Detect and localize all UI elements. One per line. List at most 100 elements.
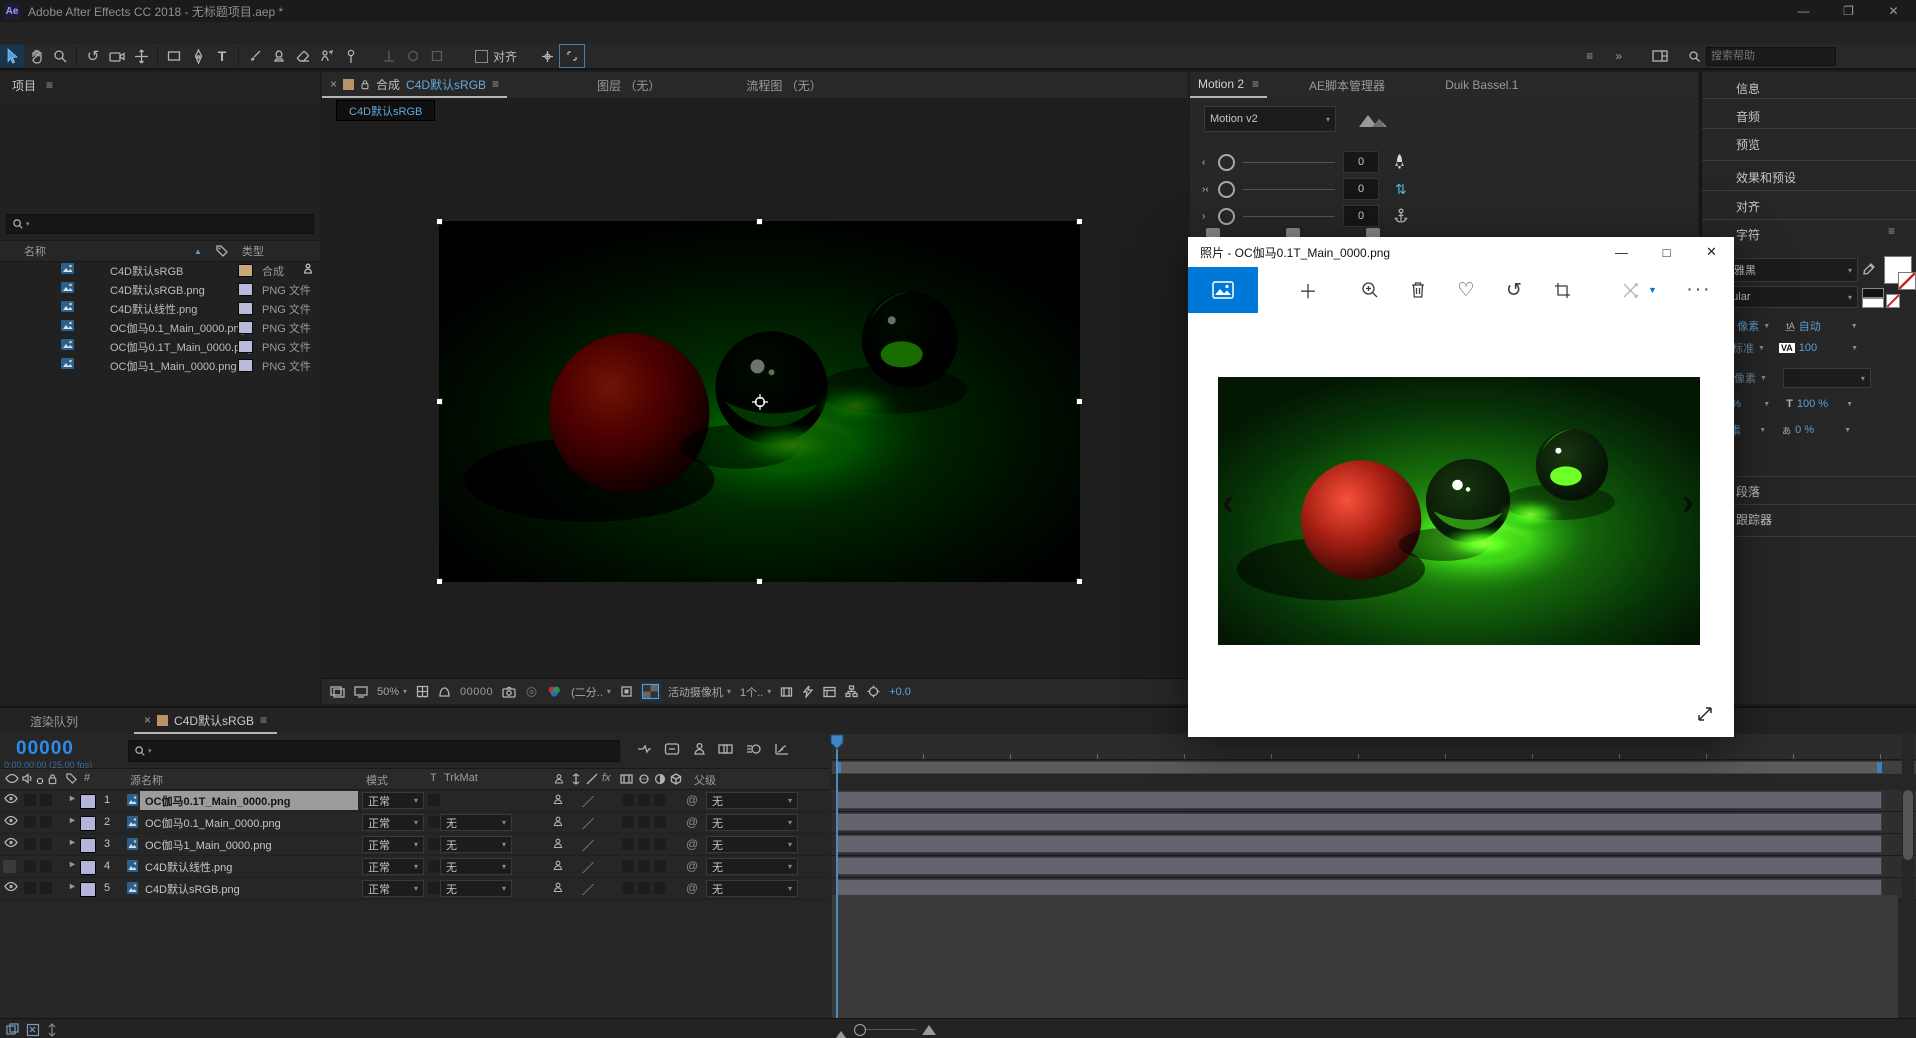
restore-button[interactable]: ❐ bbox=[1826, 0, 1871, 22]
panel-menu-icon[interactable]: ≡ bbox=[492, 77, 499, 91]
work-area-track[interactable] bbox=[832, 761, 1916, 774]
eye-off-box[interactable] bbox=[3, 860, 16, 873]
fill-over-stroke-icon[interactable] bbox=[1862, 288, 1884, 298]
mask-snap-icon[interactable] bbox=[559, 44, 585, 68]
pickwhip-icon[interactable]: @ bbox=[686, 859, 698, 873]
layer-name[interactable]: OC伽马1_Main_0000.png bbox=[140, 835, 358, 854]
preserve-transparency-column[interactable]: T bbox=[430, 772, 437, 784]
tracking-caret[interactable]: ▼ bbox=[1851, 345, 1858, 352]
layer-label-chip[interactable] bbox=[80, 860, 96, 875]
quality-toggle[interactable]: ／ bbox=[582, 859, 594, 876]
draft3d-icon[interactable] bbox=[664, 742, 680, 756]
sort-asc-icon[interactable]: ▲ bbox=[194, 247, 202, 256]
audio-cell[interactable] bbox=[24, 838, 36, 850]
blur-cell[interactable] bbox=[654, 860, 666, 872]
preserve-transparency-cell[interactable] bbox=[428, 816, 440, 828]
project-item-row[interactable]: OC伽马0.1T_Main_0000.png PNG 文件 bbox=[0, 336, 320, 355]
quality-toggle[interactable]: ／ bbox=[582, 793, 594, 810]
mode-column[interactable]: 模式 bbox=[366, 772, 388, 788]
composition-tab-active[interactable]: × 合成 C4D默认sRGB ≡ bbox=[322, 72, 507, 98]
tsume-caret[interactable]: ▼ bbox=[1844, 427, 1851, 434]
column-type[interactable]: 类型 bbox=[242, 243, 264, 259]
timeline-vscrollbar-thumb[interactable] bbox=[1903, 790, 1913, 860]
puppet-pin-tool-icon[interactable] bbox=[339, 45, 363, 67]
label-chip[interactable] bbox=[238, 359, 253, 372]
trkmat-dropdown[interactable]: 无▾ bbox=[440, 814, 512, 831]
brush-tool-icon[interactable] bbox=[243, 45, 267, 67]
zoom-out-mountain-icon[interactable] bbox=[836, 1027, 846, 1038]
time-ruler[interactable] bbox=[832, 734, 1916, 760]
parent-column[interactable]: 父级 bbox=[694, 772, 716, 788]
slider3-value[interactable]: 0 bbox=[1343, 205, 1379, 227]
viewer-tab[interactable]: C4D默认sRGB bbox=[336, 100, 435, 121]
work-area-bar[interactable] bbox=[836, 762, 1882, 773]
tab-close-icon[interactable]: × bbox=[144, 713, 151, 727]
tab-close-icon[interactable]: × bbox=[330, 77, 337, 91]
project-item-row[interactable]: C4D默认sRGB 合成 bbox=[0, 260, 320, 279]
selection-handle[interactable] bbox=[436, 578, 443, 585]
audio-panel-tab[interactable]: 音频 bbox=[1736, 108, 1760, 125]
blend-mode-dropdown[interactable]: 正常▾ bbox=[362, 836, 424, 853]
label-chip[interactable] bbox=[238, 283, 253, 296]
flowchart-panel-tab[interactable]: 流程图 （无） bbox=[746, 77, 821, 94]
roto-brush-tool-icon[interactable] bbox=[315, 45, 339, 67]
photos-zoom-icon[interactable] bbox=[1346, 281, 1394, 299]
selection-handle[interactable] bbox=[756, 218, 763, 225]
selection-handle[interactable] bbox=[1076, 398, 1083, 405]
slider2-value[interactable]: 0 bbox=[1343, 178, 1379, 200]
zoom-tool-icon[interactable] bbox=[48, 45, 72, 67]
column-name[interactable]: 名称 bbox=[24, 243, 46, 259]
character-panel-tab[interactable]: 字符 bbox=[1736, 226, 1760, 243]
layer-name[interactable]: C4D默认线性.png bbox=[140, 857, 358, 876]
slider3-knob[interactable] bbox=[1218, 208, 1235, 225]
layer-name[interactable]: C4D默认sRGB.png bbox=[140, 879, 358, 898]
show-channel-icon[interactable] bbox=[547, 685, 562, 698]
blur-cell[interactable] bbox=[654, 882, 666, 894]
blur-cell[interactable] bbox=[654, 816, 666, 828]
eye-icon[interactable] bbox=[4, 815, 18, 826]
expand-arrow[interactable]: ► bbox=[68, 815, 77, 825]
align-panel-tab[interactable]: 对齐 bbox=[1736, 198, 1760, 215]
blend-cell[interactable] bbox=[638, 838, 650, 850]
photos-minimize-button[interactable]: — bbox=[1599, 237, 1644, 267]
previous-photo-arrow[interactable]: ‹ bbox=[1222, 487, 1234, 517]
main-monitor-icon[interactable] bbox=[354, 686, 368, 698]
info-panel-tab[interactable]: 信息 bbox=[1736, 80, 1760, 97]
rocket-icon[interactable] bbox=[1393, 153, 1406, 171]
selection-handle[interactable] bbox=[1076, 578, 1083, 585]
effects-presets-panel-tab[interactable]: 效果和预设 bbox=[1736, 169, 1796, 186]
layer-duration-bar[interactable] bbox=[837, 857, 1882, 875]
kerning-value[interactable]: 自动 bbox=[1799, 318, 1821, 334]
fx-cell[interactable] bbox=[622, 838, 634, 850]
expand-transfer-controls-icon[interactable] bbox=[26, 1023, 40, 1037]
preview-panel-tab[interactable]: 预览 bbox=[1736, 136, 1760, 153]
audio-cell[interactable] bbox=[24, 860, 36, 872]
hide-shy-layers-icon[interactable] bbox=[692, 742, 707, 756]
label-chip[interactable] bbox=[238, 264, 253, 277]
playhead-handle[interactable] bbox=[830, 734, 844, 750]
photos-edit-caret-icon[interactable]: ▼ bbox=[1648, 285, 1657, 295]
layer-row[interactable]: ► 3 OC伽马1_Main_0000.png 正常▾ 无▾ ／ @ 无▾ bbox=[0, 834, 830, 856]
camera-tool-icon[interactable] bbox=[105, 45, 129, 67]
stroke-style-dropdown[interactable]: ▾ bbox=[1783, 368, 1871, 388]
shy-toggle[interactable] bbox=[552, 793, 564, 806]
blend-mode-dropdown[interactable]: 正常▾ bbox=[362, 880, 424, 897]
blur-cell[interactable] bbox=[654, 838, 666, 850]
photos-rotate-icon[interactable]: ↺ bbox=[1490, 279, 1538, 302]
manage-workspaces-icon[interactable] bbox=[1648, 45, 1672, 67]
preserve-transparency-cell[interactable] bbox=[428, 882, 440, 894]
preserve-transparency-cell[interactable] bbox=[428, 860, 440, 872]
timeline-vscrollbar[interactable] bbox=[1902, 734, 1914, 1018]
pickwhip-icon[interactable]: @ bbox=[686, 881, 698, 895]
timeline-button-icon[interactable] bbox=[823, 686, 836, 698]
transparency-grid-icon[interactable] bbox=[642, 684, 659, 699]
footer-timecode[interactable]: 00000 bbox=[460, 686, 493, 698]
minimize-button[interactable]: — bbox=[1781, 0, 1826, 22]
layer-duration-bar[interactable] bbox=[837, 835, 1882, 853]
motion-preset-dropdown[interactable]: Motion v2▾ bbox=[1204, 106, 1336, 132]
layer-name[interactable]: OC伽马0.1T_Main_0000.png bbox=[140, 791, 358, 810]
layer-duration-bar[interactable] bbox=[837, 813, 1882, 831]
blend-cell[interactable] bbox=[638, 860, 650, 872]
slider1-track[interactable] bbox=[1243, 162, 1335, 163]
snap-checkbox[interactable] bbox=[475, 50, 488, 63]
